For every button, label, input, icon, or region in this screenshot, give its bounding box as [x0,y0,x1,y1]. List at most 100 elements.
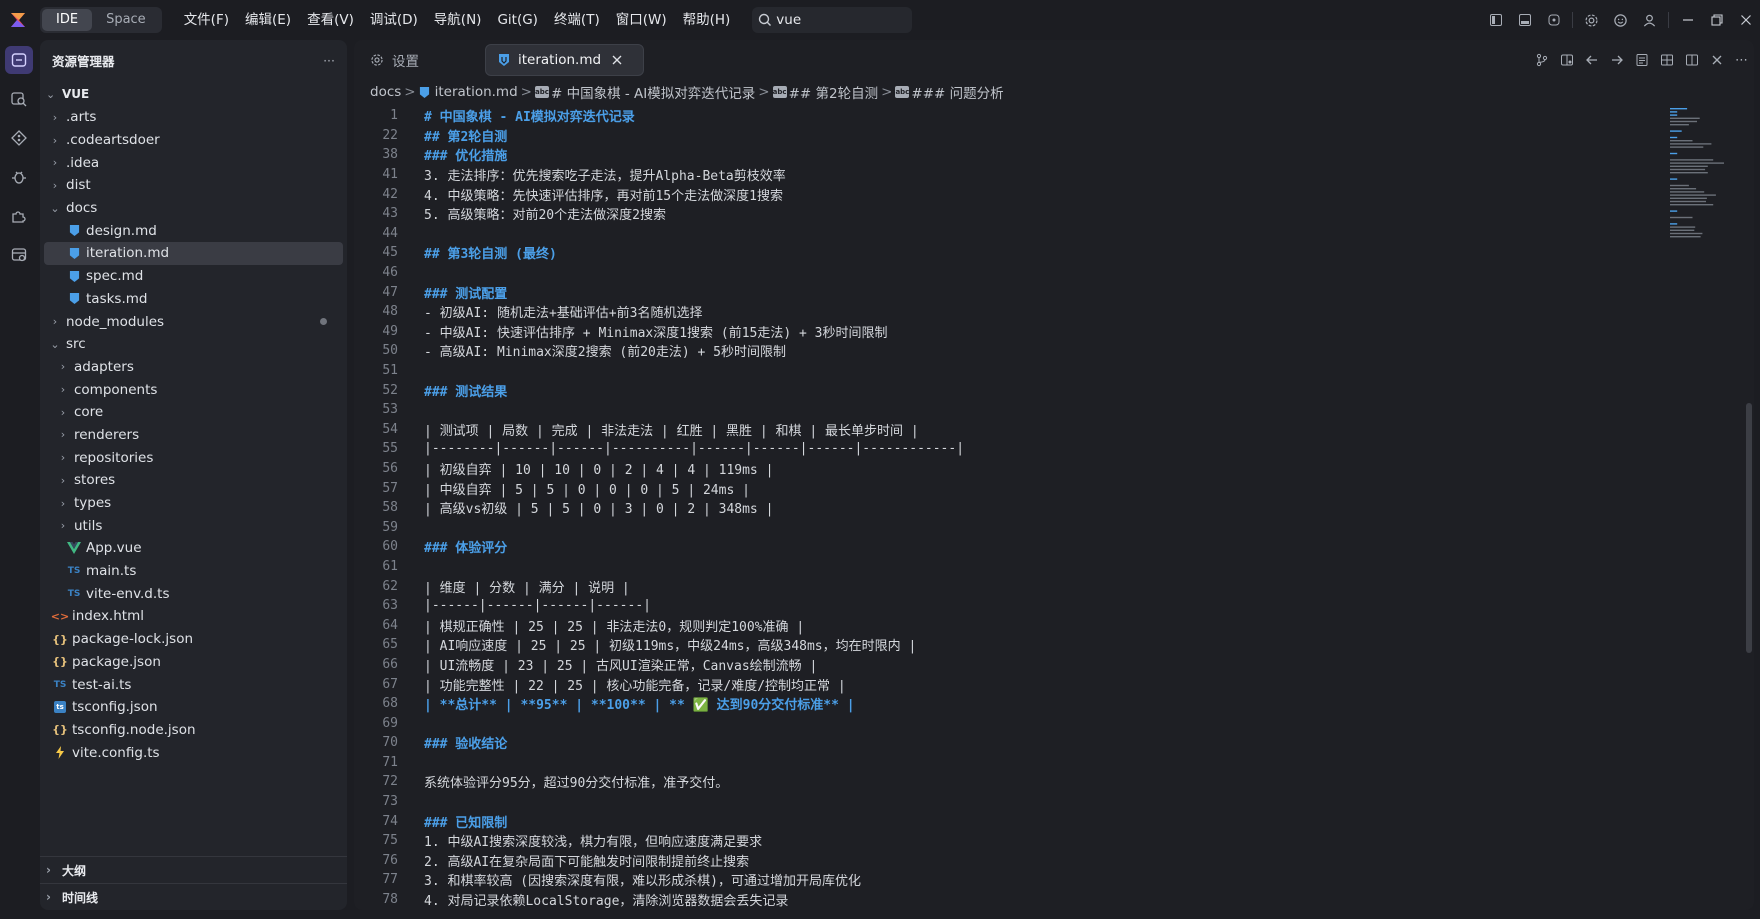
menu-item[interactable]: 编辑(E) [237,0,299,40]
tree-folder[interactable]: › .arts [40,106,347,129]
code-line: 38 ### 优化措施 [354,145,1714,165]
scrollbar-thumb[interactable] [1746,403,1752,653]
activity-extensions-button[interactable] [5,202,33,230]
tree-folder[interactable]: ⌄ docs [40,197,347,220]
tsconfig-icon: ts [52,699,68,715]
tree-file[interactable]: {} tsconfig.node.json [40,719,347,742]
git-compare-button[interactable] [1529,40,1554,80]
tree-file[interactable]: TS vite-env.d.ts [40,582,347,605]
tree-folder[interactable]: › stores [40,469,347,492]
code-editor[interactable]: 1 # 中国象棋 - AI模拟对弈迭代记录 22 ## 第2轮自测 38 ### 优化措施… [354,106,1714,910]
tree-file[interactable]: ts tsconfig.json [40,696,347,719]
close-icon[interactable] [611,54,623,66]
copilot-button[interactable] [1539,0,1568,40]
menu-item[interactable]: 文件(F) [176,0,237,40]
search-input[interactable]: vue [752,7,913,33]
mode-ide-button[interactable]: IDE [42,9,93,31]
tab-settings[interactable]: 设置 [358,44,481,76]
settings-button[interactable] [1577,0,1606,40]
line-number: 78 [382,892,398,908]
sidebar-section[interactable]: › 大纲 [40,856,347,883]
account-button[interactable] [1635,0,1664,40]
navigate-back-button[interactable] [1579,40,1604,80]
tree-file[interactable]: iteration.md [44,242,343,265]
toggle-panel-button[interactable] [1510,0,1539,40]
tree-folder[interactable]: › .codeartsdoer [40,129,347,152]
menu-item[interactable]: 窗口(W) [608,0,675,40]
outline-button[interactable] [1629,40,1654,80]
more-actions-button[interactable]: ⋯ [1729,40,1754,80]
menu-item[interactable]: 查看(V) [299,0,362,40]
vertical-scrollbar[interactable] [1744,106,1754,910]
activity-source-control-button[interactable] [5,124,33,152]
title-bar: IDE Space 文件(F) 编辑(E) 查看(V) 调试(D) 导航(N) Git(G… [0,0,1760,40]
breadcrumb-item-h2[interactable]: ## 第2轮自测 [789,82,879,102]
split-editor-button[interactable] [1679,40,1704,80]
tree-folder[interactable]: › types [40,492,347,515]
markdown-icon [66,268,82,284]
tree-item-label: components [74,381,158,398]
tree-folder[interactable]: › .idea [40,151,347,174]
breadcrumb-item-h1[interactable]: # 中国象棋 - AI模拟对弈迭代记录 [551,82,755,102]
tree-folder[interactable]: › utils [40,514,347,537]
tree-file[interactable]: {} package-lock.json [40,628,347,651]
tree-folder[interactable]: › node_modules [40,310,347,333]
navigate-forward-button[interactable] [1604,40,1629,80]
workspace-root[interactable]: ⌄ VUE [40,82,347,106]
more-actions-button[interactable]: ··· [323,53,335,68]
activity-debug-button[interactable] [5,163,33,191]
tree-file[interactable]: spec.md [40,265,347,288]
tree-file[interactable]: {} package.json [40,651,347,674]
tree-file[interactable]: tasks.md [40,288,347,311]
arrow-right-icon [1611,55,1623,65]
minimap-line [1670,168,1706,171]
activity-search-button[interactable] [5,85,33,113]
menu-item[interactable]: 终端(T) [546,0,608,40]
tree-file[interactable]: <> index.html [40,605,347,628]
breadcrumb-item-docs[interactable]: docs [370,84,401,100]
tree-folder[interactable]: › renderers [40,424,347,447]
tree-folder[interactable]: ⌄ src [40,333,347,356]
tree-folder[interactable]: › repositories [40,446,347,469]
activity-database-button[interactable] [5,241,33,269]
tab-iteration-md[interactable]: iteration.md [485,44,645,76]
line-number: 71 [382,754,398,770]
code-line: 42 4. 中级策略：先快速评估排序，再对前15个走法做深度1搜索 [354,184,1714,204]
breadcrumb-item-h3[interactable]: ### 问题分析 [911,82,1003,102]
feedback-button[interactable] [1606,0,1635,40]
layout-icon [1660,54,1673,66]
tree-file[interactable]: design.md [40,219,347,242]
menu-item[interactable]: 调试(D) [362,0,426,40]
toggle-layout-button[interactable] [1654,40,1679,80]
close-window-button[interactable] [1731,0,1760,40]
line-number: 53 [382,402,398,418]
sidebar-section[interactable]: › 时间线 [40,883,347,910]
code-line: 72 系统体验评分95分，超过90分交付标准，准予交付。 [354,772,1714,792]
tree-folder[interactable]: › adapters [40,356,347,379]
breadcrumb-item-file[interactable]: iteration.md [435,84,518,100]
toggle-sidebar-button[interactable] [1481,0,1510,40]
tree-file[interactable]: TS test-ai.ts [40,673,347,696]
tree-file[interactable]: vite.config.ts [40,741,347,764]
app-logo-icon [11,13,25,27]
chevron-right-icon: › [46,890,51,904]
close-editor-button[interactable] [1704,40,1729,80]
line-content: | AI响应速度 | 25 | 25 | 初级119ms，中级24ms，高级34… [424,639,917,655]
tree-folder[interactable]: › components [40,378,347,401]
open-preview-button[interactable] [1554,40,1579,80]
restore-button[interactable] [1702,0,1731,40]
tree-folder[interactable]: › dist [40,174,347,197]
activity-explorer-button[interactable] [5,46,33,74]
minimap[interactable] [1668,106,1748,246]
tree-file[interactable]: App.vue [40,537,347,560]
menu-item[interactable]: Git(G) [489,0,546,40]
mode-space-button[interactable]: Space [92,9,160,31]
tree-file[interactable]: TS main.ts [40,560,347,583]
menu-item[interactable]: 导航(N) [426,0,490,40]
user-icon [1643,14,1656,27]
minimize-button[interactable] [1673,0,1702,40]
menu-item[interactable]: 帮助(H) [675,0,739,40]
minimap-line [1670,223,1678,225]
minimap-line [1670,200,1706,203]
tree-folder[interactable]: › core [40,401,347,424]
